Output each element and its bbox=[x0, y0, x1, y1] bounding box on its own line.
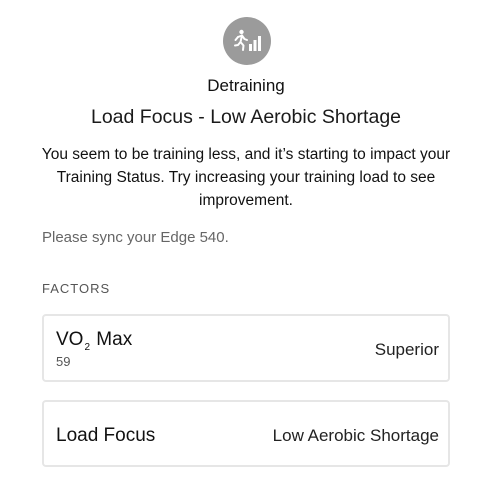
factor-label-load-focus: Load Focus bbox=[56, 425, 156, 446]
status-title: Detraining bbox=[207, 76, 285, 95]
factor-value-vo2max: 59 bbox=[56, 354, 71, 369]
vo2max-label-subscript: 2 bbox=[84, 342, 91, 353]
factor-rating-vo2max: Superior bbox=[374, 340, 439, 359]
factors-heading: FACTORS bbox=[42, 281, 111, 296]
factor-card-load-focus[interactable]: Load Focus Low Aerobic Shortage bbox=[42, 400, 450, 467]
sync-note: Please sync your Edge 540. bbox=[42, 229, 229, 246]
status-description: You seem to be training less, and it’s s… bbox=[41, 146, 451, 209]
status-subtitle: Load Focus - Low Aerobic Shortage bbox=[90, 106, 402, 128]
factor-rating-load-focus: Low Aerobic Shortage bbox=[272, 426, 439, 445]
training-status-icon bbox=[223, 17, 271, 65]
factor-card-vo2max[interactable]: VO2 Max 59 Superior bbox=[42, 314, 450, 382]
vo2max-label-main: VO bbox=[56, 329, 84, 350]
factor-label-vo2max: VO2 Max bbox=[56, 329, 133, 353]
vo2max-label-tail: Max bbox=[96, 329, 133, 350]
